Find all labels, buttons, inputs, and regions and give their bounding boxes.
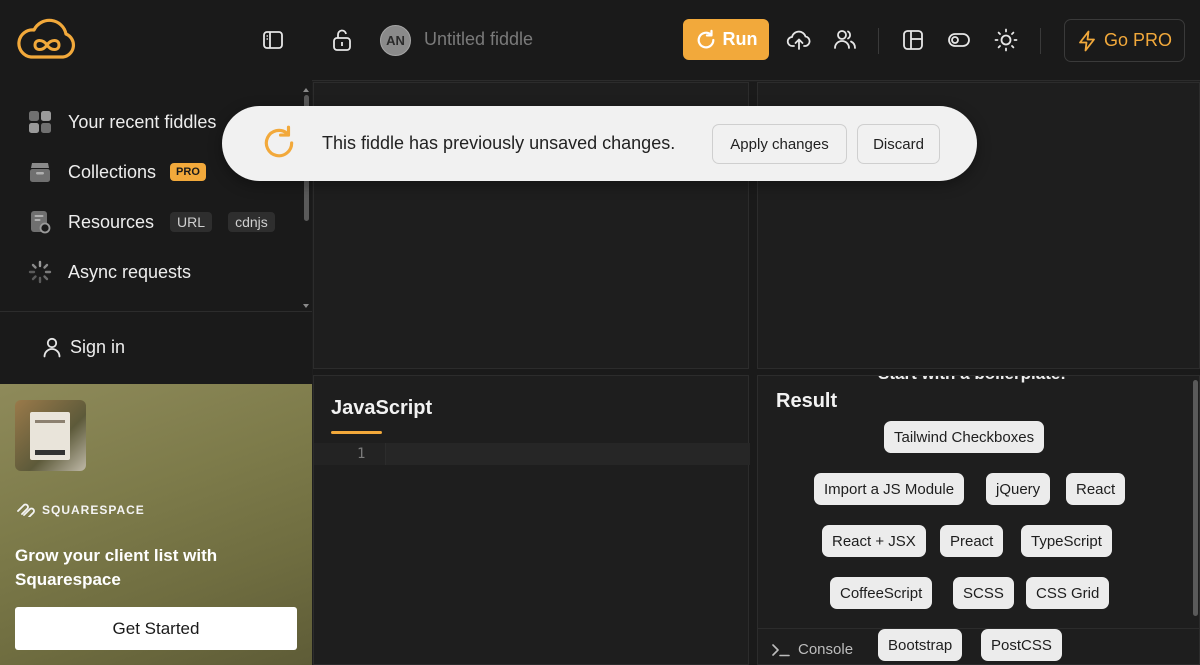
toast-message: This fiddle has previously unsaved chang… (322, 133, 676, 153)
javascript-pane[interactable]: JavaScript 1 (313, 375, 750, 665)
boilerplate-coffeescript[interactable]: CoffeeScript (830, 577, 933, 609)
layout-icon[interactable] (900, 27, 926, 53)
sidebar-item-label: Collections (68, 161, 157, 182)
ad-thumbnail[interactable] (15, 400, 86, 471)
ad-get-started-button[interactable]: Get Started (15, 607, 297, 650)
ad-thumbnail-card (30, 412, 70, 460)
user-icon (43, 337, 61, 358)
scroll-up-icon[interactable] (303, 87, 309, 93)
boilerplate-postcss[interactable]: PostCSS (981, 629, 1062, 661)
users-icon[interactable] (832, 27, 858, 53)
toggle-icon[interactable] (946, 27, 972, 53)
boilerplate-typescript[interactable]: TypeScript (1021, 525, 1112, 557)
sidebar-item-collections[interactable]: Collections PRO (28, 158, 206, 186)
go-pro-button[interactable]: Go PRO (1064, 19, 1185, 62)
terminal-icon (772, 643, 790, 656)
scroll-down-icon[interactable] (303, 303, 309, 309)
boilerplate-css-grid[interactable]: CSS Grid (1026, 577, 1110, 609)
resource-chip-cdnjs[interactable]: cdnjs (228, 212, 275, 232)
discard-button[interactable]: Discard (857, 124, 940, 164)
brand-area (0, 0, 312, 81)
sidebar-item-label: Async requests (68, 261, 192, 282)
boilerplate-jquery[interactable]: jQuery (986, 473, 1051, 505)
console-toggle[interactable]: Console (772, 641, 853, 658)
boilerplate-preact[interactable]: Preact (940, 525, 1004, 557)
boilerplate-import-js-module[interactable]: Import a JS Module (814, 473, 965, 505)
toolbar-separator (878, 28, 879, 54)
javascript-pane-underline (331, 431, 382, 434)
run-button[interactable]: Run (683, 19, 769, 60)
refresh-icon (264, 125, 294, 158)
grid-icon (29, 111, 51, 133)
boilerplate-bootstrap[interactable]: Bootstrap (878, 629, 963, 661)
unsaved-changes-toast: This fiddle has previously unsaved chang… (222, 106, 977, 181)
sign-in-button[interactable]: Sign in (42, 336, 125, 358)
result-pane[interactable]: Start with a boilerplate: Result Tailwin… (757, 375, 1200, 665)
ad-brand: SQUARESPACE (16, 503, 145, 517)
sidebar-item-label: Your recent fiddles (68, 111, 217, 132)
sidebar-item-resources[interactable]: Resources URL cdnjs (28, 208, 275, 236)
pro-badge: PRO (170, 163, 206, 181)
toolbar-separator (1040, 28, 1041, 54)
ad-brand-name: SQUARESPACE (42, 503, 145, 517)
boilerplate-react-jsx[interactable]: React + JSX (822, 525, 926, 557)
sidebar-item-label: Resources (68, 211, 155, 232)
jsfiddle-logo-icon[interactable] (17, 17, 77, 61)
top-bar: AN Untitled fiddle Run Go PRO (0, 0, 1200, 81)
console-label: Console (798, 641, 854, 658)
file-icon (31, 211, 51, 234)
ad-text[interactable]: Grow your client list with Squarespace (15, 544, 285, 592)
sidebar-item-recent-fiddles[interactable]: Your recent fiddles (28, 108, 216, 136)
result-pane-title: Result (776, 390, 838, 412)
sun-icon[interactable] (993, 27, 1019, 53)
spinner-icon (28, 260, 52, 284)
javascript-pane-title: JavaScript (331, 397, 433, 419)
line-number: 1 (357, 446, 366, 462)
archive-icon (30, 163, 50, 182)
refresh-icon (697, 29, 714, 48)
resource-chip-url[interactable]: URL (170, 212, 213, 232)
go-pro-label: Go PRO (1103, 30, 1173, 50)
lock-open-icon[interactable] (331, 28, 353, 52)
sponsor-ad[interactable]: SQUARESPACE Grow your client list with S… (0, 384, 312, 665)
boilerplate-react[interactable]: React (1066, 473, 1126, 505)
sidebar-toggle-icon[interactable] (261, 28, 285, 52)
boilerplate-heading: Start with a boilerplate: (758, 376, 1186, 384)
cloud-upload-icon[interactable] (786, 27, 812, 53)
apply-changes-button[interactable]: Apply changes (712, 124, 847, 164)
boilerplate-scss[interactable]: SCSS (953, 577, 1014, 609)
sign-in-label: Sign in (70, 336, 126, 357)
avatar[interactable]: AN (380, 25, 411, 56)
squarespace-logo-icon (17, 503, 35, 517)
run-label: Run (722, 29, 758, 49)
editor-gutter (314, 443, 386, 465)
sidebar-item-async-requests[interactable]: Async requests (28, 258, 191, 286)
result-scrollbar[interactable] (1193, 380, 1198, 616)
fiddle-title[interactable]: Untitled fiddle (424, 29, 533, 50)
lightning-icon (1079, 30, 1095, 51)
boilerplate-tailwind-checkboxes[interactable]: Tailwind Checkboxes (884, 421, 1045, 453)
console-bar[interactable]: Console (758, 628, 1199, 664)
